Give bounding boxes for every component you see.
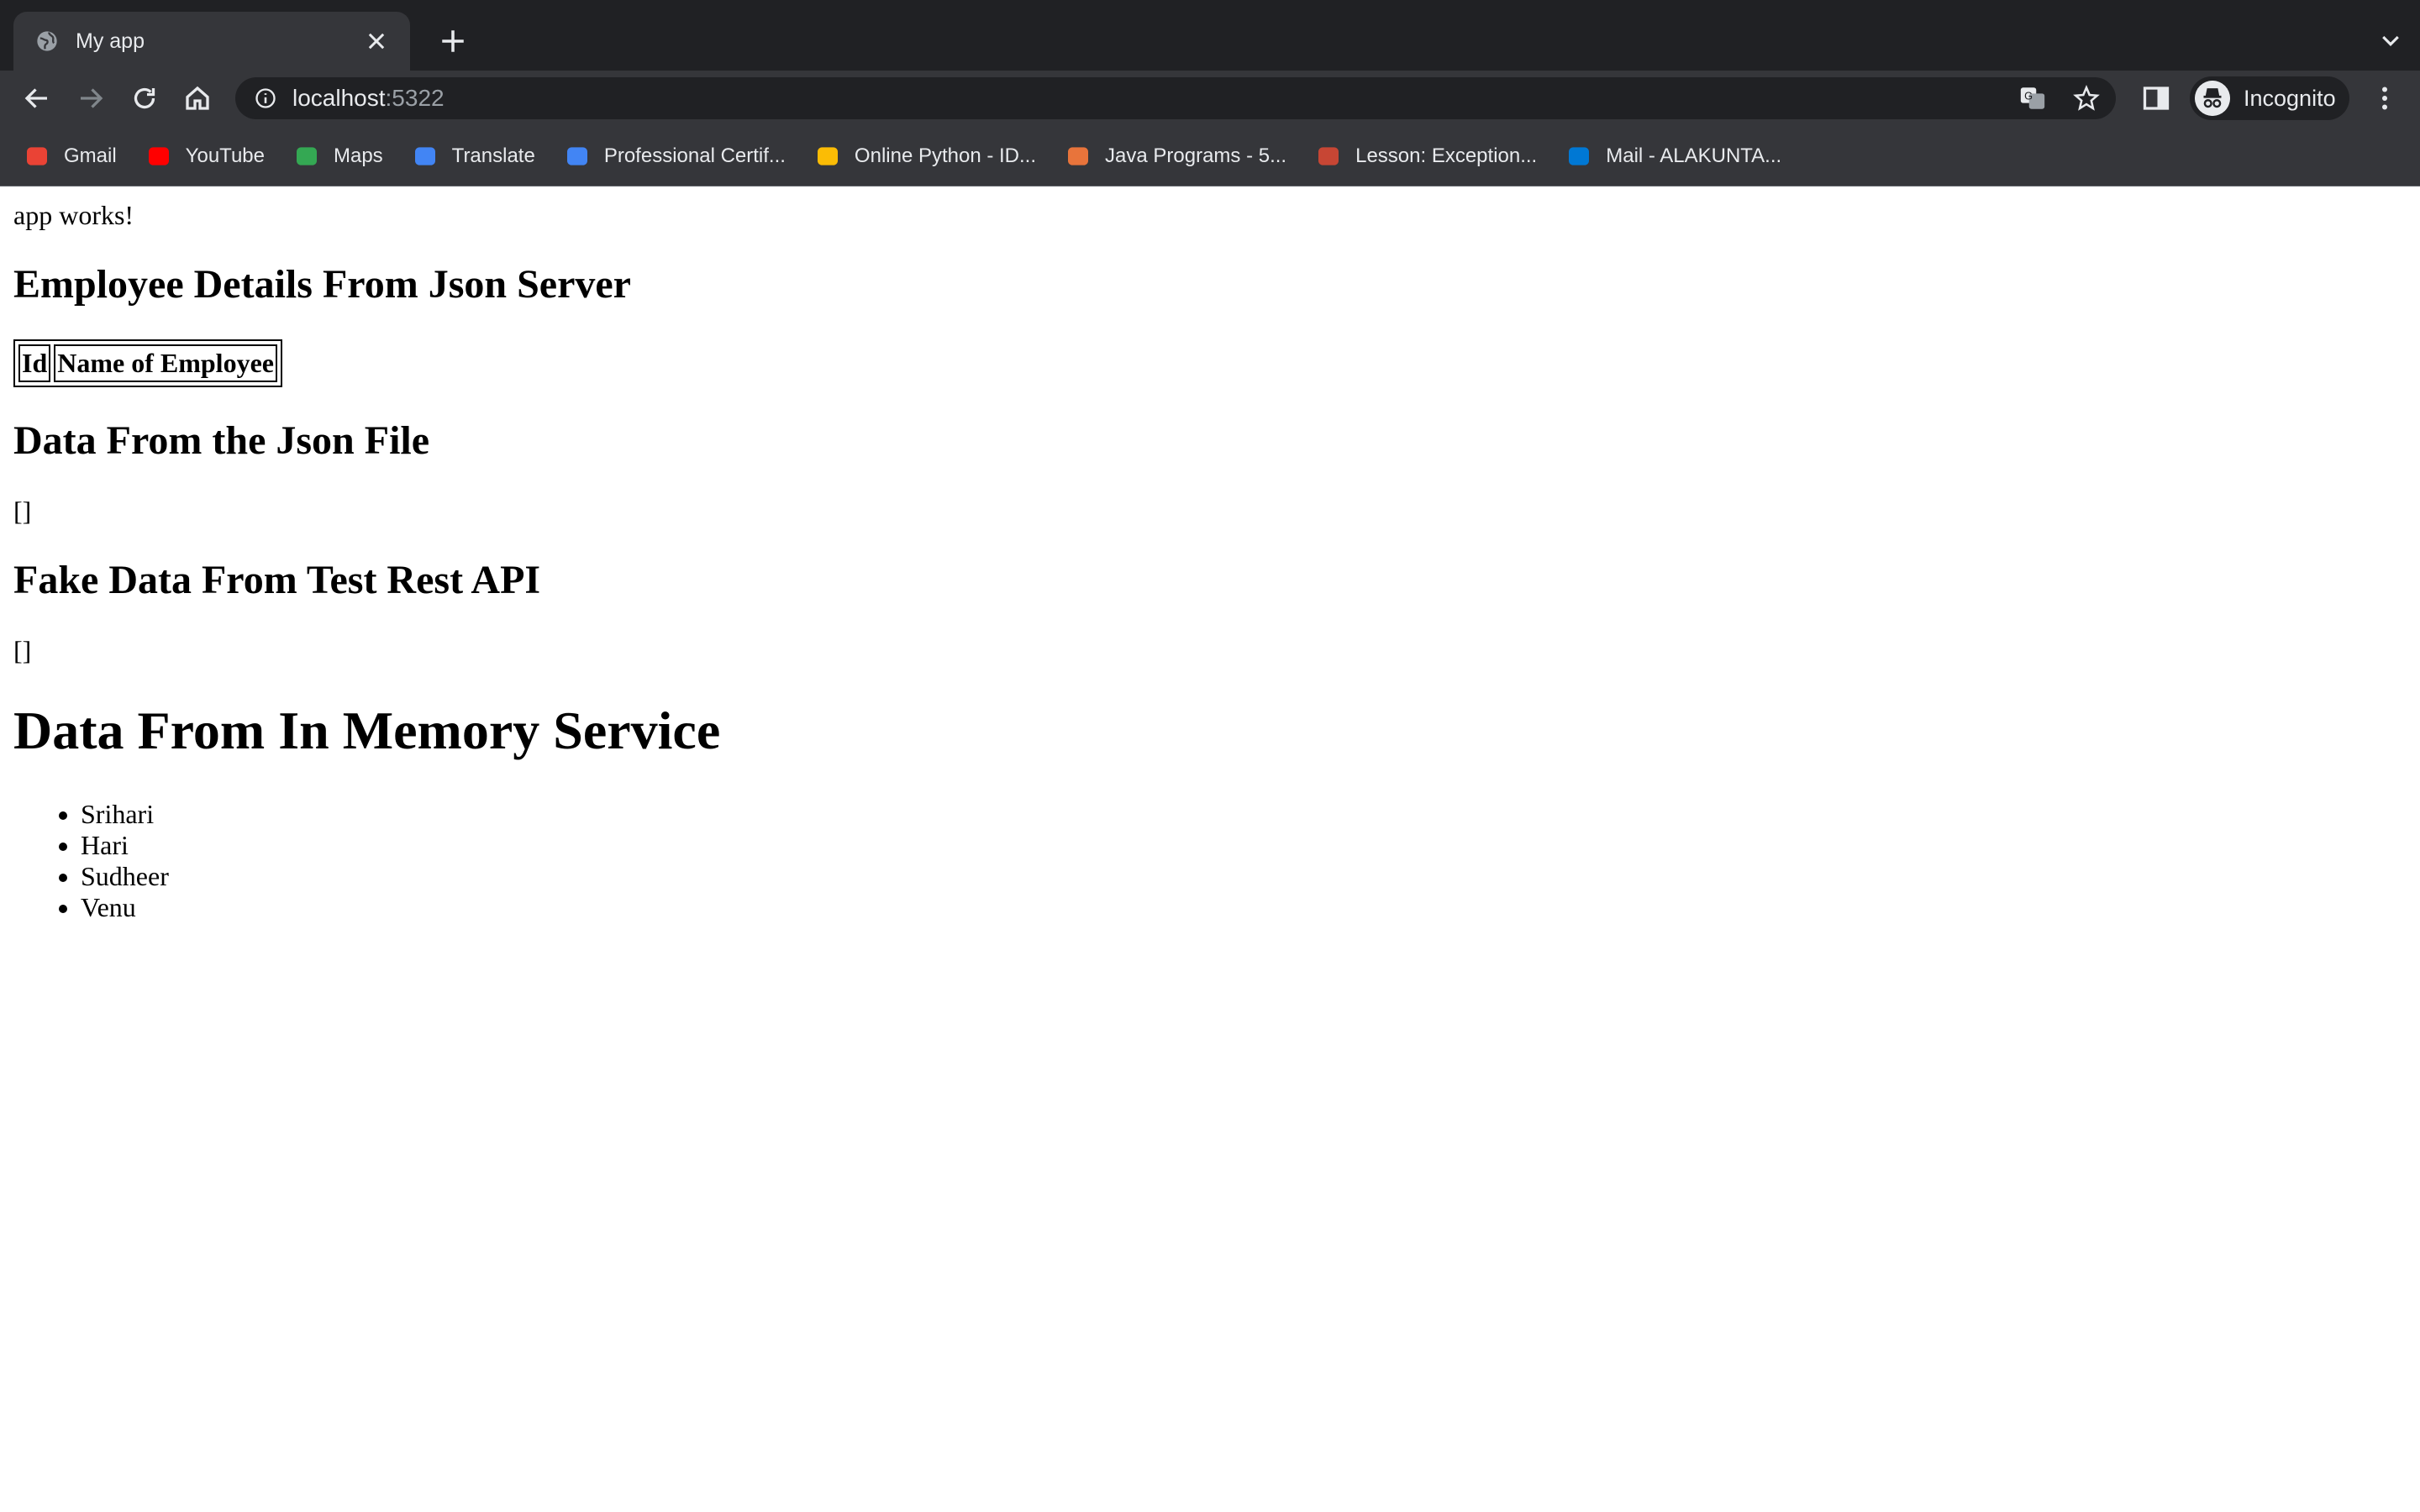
tab-title: My app <box>76 29 145 53</box>
fake-api-heading: Fake Data From Test Rest API <box>13 558 541 602</box>
json-file-heading: Data From the Json File <box>13 418 430 463</box>
bookmark-star-button[interactable] <box>2072 77 2101 119</box>
google-icon <box>566 146 587 165</box>
address-bar[interactable]: localhost :5322 G <box>235 77 2116 119</box>
chevron-down-icon[interactable] <box>2378 29 2403 54</box>
browser-toolbar: localhost :5322 G Incognito <box>0 71 2420 126</box>
employee-list: Srihari Hari Sudheer Venu <box>13 799 2407 923</box>
bookmark-label: Online Python - ID... <box>854 144 1037 167</box>
bookmark-label: YouTube <box>185 144 265 167</box>
bookmark-item[interactable]: Mail - ALAKUNTA... <box>1565 143 1781 170</box>
json-server-heading: Employee Details From Json Server <box>13 262 631 307</box>
list-item: Srihari <box>81 799 2407 830</box>
svg-text:G: G <box>2024 89 2033 102</box>
forward-icon[interactable] <box>76 83 106 113</box>
json-file-value: [] <box>13 496 32 526</box>
bookmark-item[interactable]: Lesson: Exception... <box>1315 143 1537 170</box>
translate-page-button[interactable]: G <box>2018 77 2047 119</box>
url-port: :5322 <box>385 85 445 111</box>
list-item: Venu <box>81 892 2407 923</box>
list-item: Sudheer <box>81 861 2407 892</box>
maps-icon <box>296 146 317 165</box>
bookmark-item[interactable]: Online Python - ID... <box>814 143 1036 170</box>
star-icon <box>2073 84 2100 111</box>
youtube-icon <box>148 146 169 165</box>
bookmark-label: Mail - ALAKUNTA... <box>1606 144 1782 167</box>
employee-table: Id Name of Employee <box>13 339 282 387</box>
bookmark-item[interactable]: Maps <box>293 143 383 170</box>
side-panel-icon[interactable] <box>2141 83 2171 113</box>
oracle-icon <box>1318 146 1339 165</box>
in-memory-heading: Data From In Memory Service <box>13 701 721 760</box>
name-column-header: Name of Employee <box>54 344 277 382</box>
page-content: app works! Employee Details From Json Se… <box>0 186 2420 923</box>
bookmark-item[interactable]: Java Programs - 5... <box>1065 143 1286 170</box>
list-item: Hari <box>81 830 2407 861</box>
table-header-row: Id Name of Employee <box>18 344 277 382</box>
bookmark-item[interactable]: YouTube <box>145 143 265 170</box>
incognito-profile-button[interactable]: Incognito <box>2190 76 2349 120</box>
close-tab-icon[interactable] <box>365 29 388 53</box>
translate-icon: G <box>2020 87 2045 109</box>
fake-api-value: [] <box>13 635 32 665</box>
new-tab-icon[interactable] <box>439 27 467 55</box>
bookmark-label: Maps <box>333 144 383 167</box>
bookmark-item[interactable]: Translate <box>412 143 535 170</box>
tab-strip: My app <box>0 0 2420 71</box>
globe-icon <box>37 31 57 51</box>
id-column-header: Id <box>18 344 51 382</box>
bookmark-item[interactable]: Professional Certif... <box>564 143 786 170</box>
bookmark-label: Java Programs - 5... <box>1105 144 1287 167</box>
browser-tab[interactable]: My app <box>13 12 410 71</box>
info-icon[interactable] <box>254 87 277 110</box>
java-icon <box>1068 146 1089 165</box>
home-icon[interactable] <box>182 83 213 113</box>
back-icon[interactable] <box>22 83 52 113</box>
outlook-icon <box>1569 146 1590 165</box>
shield-icon <box>817 146 838 165</box>
bookmark-label: Professional Certif... <box>603 144 786 167</box>
bookmark-label: Translate <box>451 144 535 167</box>
bookmarks-bar: Gmail YouTube Maps Translate Professional Ce… <box>0 126 2420 186</box>
gmail-icon <box>27 146 47 165</box>
bookmark-label: Gmail <box>64 144 117 167</box>
url-host: localhost <box>292 85 386 111</box>
profile-label: Incognito <box>2244 85 2336 111</box>
translate-icon <box>414 146 435 165</box>
incognito-icon <box>2195 81 2230 116</box>
bookmark-item[interactable]: Gmail <box>24 143 117 170</box>
bookmark-label: Lesson: Exception... <box>1355 144 1538 167</box>
reload-icon[interactable] <box>129 83 160 113</box>
kebab-menu-icon[interactable] <box>2370 83 2400 113</box>
app-status-text: app works! <box>13 200 134 230</box>
